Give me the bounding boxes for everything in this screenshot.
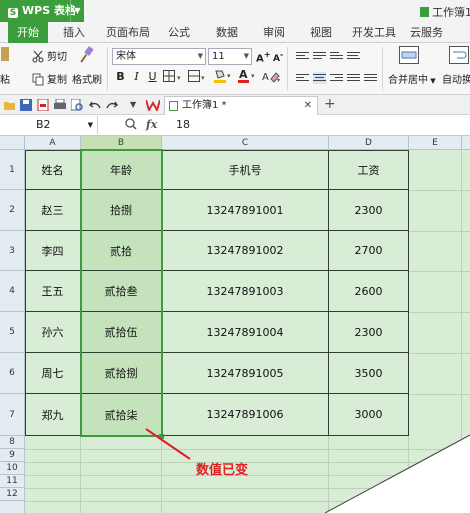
tab-developer[interactable]: 开发工具: [352, 22, 396, 43]
formula-bar: B2 ▼ fx 18: [0, 115, 470, 136]
distribute-icon[interactable]: [364, 72, 377, 84]
shrink-font-button[interactable]: A-: [273, 50, 283, 64]
annotation-arrow-line: [145, 428, 191, 460]
redo-icon[interactable]: [106, 99, 118, 111]
print-preview-icon[interactable]: [70, 98, 83, 111]
svg-text:A: A: [262, 72, 269, 83]
font-color-button[interactable]: A ▾: [238, 68, 258, 86]
format-painter-icon[interactable]: [79, 46, 95, 67]
zoom-icon[interactable]: [125, 118, 137, 133]
font-name-select[interactable]: 宋体 ▼: [112, 48, 206, 65]
copy-button[interactable]: 复制: [32, 71, 67, 86]
fx-icon[interactable]: fx: [146, 118, 157, 131]
formula-input[interactable]: 18: [176, 118, 190, 131]
svg-text:A: A: [239, 68, 248, 81]
print-icon[interactable]: [54, 98, 66, 111]
close-icon[interactable]: ✕: [304, 97, 312, 115]
chevron-down-icon[interactable]: ▼: [88, 116, 93, 134]
align-left-icon[interactable]: [296, 72, 309, 84]
chevron-down-icon[interactable]: ▼: [70, 0, 84, 22]
paste-icon[interactable]: [1, 47, 9, 61]
paste-button[interactable]: 粘: [0, 71, 10, 86]
tab-view[interactable]: 视图: [310, 22, 332, 43]
tab-home[interactable]: 开始: [8, 22, 48, 43]
tab-data[interactable]: 数据: [216, 22, 238, 43]
window-title-text: 工作簿1: [432, 6, 470, 19]
customize-toolbar-icon[interactable]: ▼: [130, 99, 142, 111]
grow-font-button[interactable]: A+: [256, 49, 271, 64]
fill-color-button[interactable]: ▾: [213, 69, 233, 86]
annotation-label: 数值已变: [196, 463, 249, 478]
tab-document[interactable]: 工作簿1 * ✕: [164, 96, 318, 115]
menu-bar: 开始 插入 页面布局 公式 数据 审阅 视图 开发工具 云服务: [0, 22, 470, 43]
save-icon[interactable]: [20, 99, 32, 111]
tab-page-layout[interactable]: 页面布局: [106, 22, 150, 43]
align-bottom-icon[interactable]: [330, 50, 343, 62]
app-menu-button[interactable]: S WPS 表格 ▼: [0, 0, 84, 22]
clear-format-icon[interactable]: A ▾: [262, 69, 282, 86]
tab-insert[interactable]: 插入: [63, 22, 85, 43]
document-tab-label: 工作簿1 *: [182, 100, 227, 111]
align-center-icon[interactable]: [313, 72, 326, 84]
undo-icon[interactable]: [89, 99, 101, 111]
font-name-value: 宋体: [116, 51, 136, 62]
wrap-text-icon[interactable]: [449, 46, 469, 67]
ribbon-separator: [382, 47, 383, 91]
spreadsheet-icon: [420, 7, 429, 17]
svg-text:▾: ▾: [201, 74, 205, 82]
font-size-value: 11: [212, 51, 225, 62]
svg-text:▾: ▾: [277, 77, 280, 83]
scissors-icon: [32, 50, 45, 63]
ribbon: 粘 剪切 复制 格式刷 宋体 ▼ 11 ▼ A+ A- B I U ▾ ▾ ▾ A ▾…: [0, 43, 470, 95]
export-pdf-icon[interactable]: [37, 98, 49, 112]
cut-label: 剪切: [47, 52, 67, 63]
align-top-icon[interactable]: [296, 50, 309, 62]
justify-icon[interactable]: [347, 72, 360, 84]
app-name: WPS 表格: [22, 4, 76, 17]
merge-cells-icon[interactable]: ▾: [188, 70, 206, 85]
wrap-text-button[interactable]: 自动换: [442, 71, 470, 86]
merge-center-label: 合并居中: [388, 75, 428, 86]
spreadsheet-grid[interactable]: A B C D E 1 2 3 4 5 6 7 8 9 10 11 12 姓名 …: [0, 136, 470, 513]
annotation-overlay: [145, 428, 470, 513]
new-tab-icon[interactable]: +: [324, 96, 336, 112]
bold-button[interactable]: B: [114, 69, 127, 84]
orientation-icon[interactable]: [347, 50, 360, 62]
open-folder-icon[interactable]: [4, 99, 16, 111]
name-box-value: B2: [36, 118, 51, 131]
tab-cloud[interactable]: 云服务: [410, 22, 443, 43]
chevron-down-icon: ▼: [428, 77, 436, 85]
borders-button[interactable]: ▾: [163, 70, 183, 85]
name-box[interactable]: B2 ▼: [0, 116, 98, 134]
format-painter-button[interactable]: 格式刷: [72, 71, 102, 86]
copy-icon: [32, 73, 45, 86]
underline-button[interactable]: U: [146, 69, 159, 84]
italic-button[interactable]: I: [130, 69, 143, 84]
wps-w-logo-icon[interactable]: [145, 99, 161, 113]
ribbon-separator: [107, 47, 108, 91]
chevron-down-icon: ▼: [197, 52, 203, 60]
svg-text:▾: ▾: [177, 74, 181, 82]
spreadsheet-icon: [169, 101, 178, 111]
copy-label: 复制: [47, 75, 67, 86]
svg-text:▾: ▾: [251, 72, 255, 80]
align-right-icon[interactable]: [330, 72, 343, 84]
wps-logo-icon: S: [8, 8, 18, 18]
font-size-select[interactable]: 11 ▼: [208, 48, 252, 65]
svg-text:▾: ▾: [227, 72, 231, 80]
window-title: 工作簿1: [420, 4, 470, 20]
merge-center-icon[interactable]: [399, 46, 419, 67]
cut-button[interactable]: 剪切: [32, 48, 67, 63]
tab-formulas[interactable]: 公式: [168, 22, 190, 43]
chevron-down-icon: ▼: [243, 52, 249, 60]
title-bar: S WPS 表格 ▼ 工作簿1: [0, 0, 470, 22]
quick-access-bar: ▼ 工作簿1 * ✕ +: [0, 95, 470, 115]
ribbon-separator: [287, 47, 288, 91]
align-middle-icon[interactable]: [313, 50, 326, 62]
merge-center-button[interactable]: 合并居中 ▼: [388, 71, 436, 86]
tab-review[interactable]: 审阅: [263, 22, 285, 43]
